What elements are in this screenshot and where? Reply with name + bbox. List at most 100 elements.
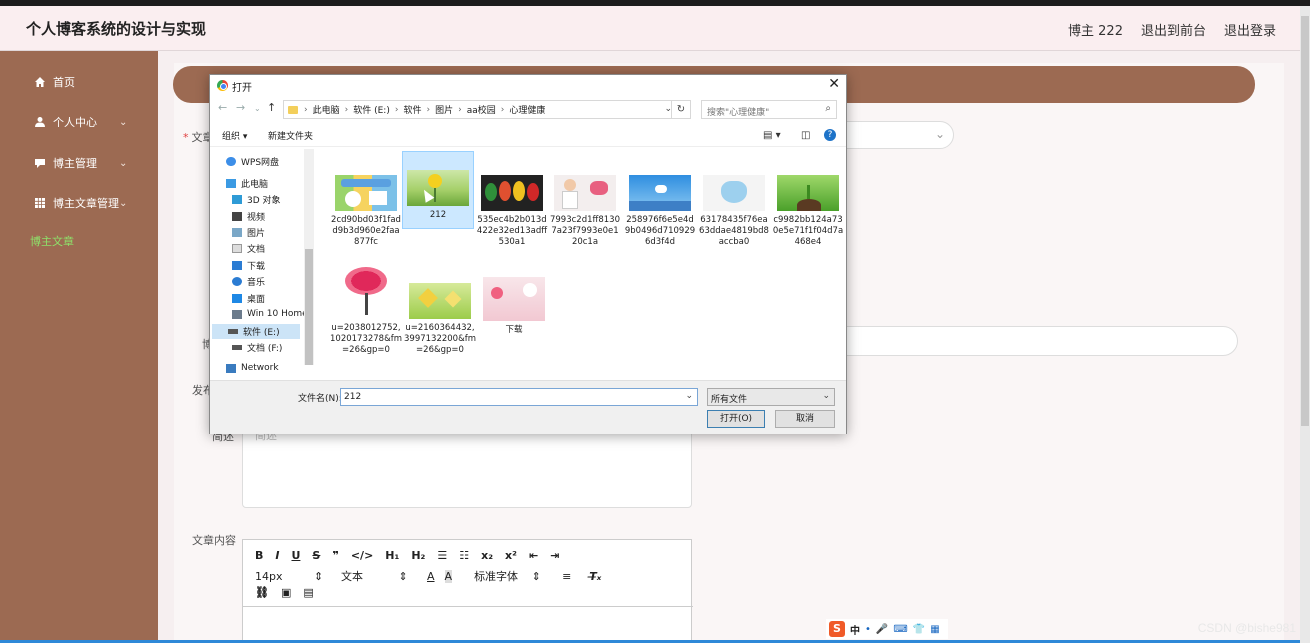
filetype-select[interactable]: 所有文件 ⌄ — [707, 388, 835, 406]
bullet-list-button[interactable]: ☷ — [459, 549, 469, 562]
tree-item-3d[interactable]: 3D 对象 — [232, 193, 281, 206]
h2-button[interactable]: H₂ — [411, 549, 425, 562]
organize-button[interactable]: 组织 ▾ — [222, 129, 247, 142]
bold-button[interactable]: B — [255, 549, 263, 562]
file-item[interactable]: 7993c2d1ff81307a23f7993e0e120c1a — [549, 171, 621, 248]
thumbnail-image — [703, 175, 765, 211]
scroll-thumb[interactable] — [1301, 16, 1309, 426]
tree-item-network[interactable]: Network — [226, 363, 279, 373]
sidebar-item-home[interactable]: 首页 — [0, 62, 158, 102]
tree-item-downloads[interactable]: 下载 — [232, 259, 265, 272]
file-item[interactable]: 63178435f76ea63ddae4819bd8accba0 — [698, 171, 770, 248]
up-arrow-icon[interactable]: ↑ — [267, 101, 276, 114]
tree-item-video[interactable]: 视频 — [232, 210, 265, 223]
download-icon — [232, 261, 242, 270]
dialog-nav-row: ← → ⌄ ↑ › 此电脑 › 软件 (E:) › 软件 › 图片 › aa校园 › 心理… — [210, 99, 846, 121]
font-size-select[interactable]: 14px ⇕ — [255, 570, 327, 583]
chevron-down-icon[interactable]: ⌄ — [685, 391, 693, 401]
code-button[interactable]: </> — [351, 549, 373, 562]
file-item[interactable]: c9982bb124a730e5e71f1f04d7a468e4 — [772, 171, 844, 248]
punctuation-icon[interactable]: • — [865, 624, 871, 635]
breadcrumb-item[interactable]: 图片 — [435, 103, 453, 116]
thumbnail-image — [407, 170, 469, 206]
view-mode-icon[interactable]: ▤ ▾ — [763, 130, 781, 141]
microphone-icon[interactable]: 🎤 — [876, 624, 888, 635]
image-icon[interactable]: ▣ — [281, 586, 291, 599]
document-icon — [232, 244, 242, 253]
indent-button[interactable]: ⇥ — [550, 549, 559, 562]
sidebar-item-label: 博主管理 — [53, 157, 97, 170]
chevron-down-icon: ⌄ — [119, 116, 128, 128]
outdent-button[interactable]: ⇤ — [529, 549, 538, 562]
recent-dropdown-icon[interactable]: ⌄ — [254, 104, 261, 113]
tree-item-documents[interactable]: 文档 — [232, 242, 265, 255]
new-folder-button[interactable]: 新建文件夹 — [268, 129, 313, 142]
tree-scrollbar[interactable] — [304, 149, 314, 365]
superscript-button[interactable]: x² — [505, 549, 517, 562]
file-item[interactable]: u=2160364432,3997132200&fm=26&gp=0 — [404, 279, 476, 356]
underline-button[interactable]: U — [291, 549, 300, 562]
breadcrumb-item[interactable]: 软件 (E:) — [353, 103, 390, 116]
file-name: 63178435f76ea63ddae4819bd8accba0 — [699, 215, 769, 247]
file-item[interactable]: 下载 — [478, 273, 550, 336]
clear-format-button[interactable]: T̶ₓ — [589, 570, 601, 583]
blockquote-button[interactable]: ❞ — [332, 549, 338, 562]
breadcrumb-item[interactable]: 心理健康 — [509, 103, 545, 116]
open-button[interactable]: 打开(O) — [707, 410, 765, 428]
file-item[interactable]: 258976f6e5e4d9b0496d7109296d3f4d — [624, 171, 696, 248]
tree-item-pictures[interactable]: 图片 — [232, 226, 265, 239]
sidebar-item-articles[interactable]: 博主文章 — [0, 221, 158, 261]
file-item-selected[interactable]: 212 — [402, 151, 474, 229]
file-list: 2cd90bd03f1fadd9b3d960e2faa877fc 212 535… — [316, 149, 846, 379]
dialog-search-input[interactable]: 搜索"心理健康" ⌕ — [701, 100, 837, 119]
cube-icon — [232, 195, 242, 204]
file-item[interactable]: 2cd90bd03f1fadd9b3d960e2faa877fc — [330, 171, 402, 248]
bg-color-button[interactable]: A — [444, 569, 453, 583]
ime-mode[interactable]: 中 — [850, 622, 860, 637]
cancel-button[interactable]: 取消 — [775, 410, 835, 428]
breadcrumb-item[interactable]: 此电脑 — [313, 103, 340, 116]
font-color-button[interactable]: A — [427, 570, 435, 583]
sidebar-item-personal-center[interactable]: 个人中心 ⌄ — [0, 102, 158, 142]
tree-item-win10[interactable]: Win 10 Home — [232, 309, 308, 319]
scroll-thumb[interactable] — [305, 249, 313, 365]
sidebar-item-blogger-manage[interactable]: 博主管理 ⌄ — [0, 143, 158, 183]
preview-pane-icon[interactable]: ◫ — [801, 130, 810, 141]
text-type-select[interactable]: 文本 ⇕ — [341, 568, 427, 584]
user-name-link[interactable]: 博主 222 — [1068, 20, 1123, 39]
logout-link[interactable]: 退出登录 — [1224, 20, 1276, 39]
close-icon[interactable]: ✕ — [828, 76, 840, 92]
font-family-select[interactable]: 标准字体 ⇕ — [474, 568, 554, 584]
tree-item-desktop[interactable]: 桌面 — [232, 292, 265, 305]
sidebar-item-article-manage[interactable]: 博主文章管理 ⌄ — [0, 183, 158, 223]
help-icon[interactable]: ? — [824, 129, 836, 141]
file-item[interactable]: 535ec4b2b013d422e32ed13adff530a1 — [476, 171, 548, 248]
address-bar[interactable]: › 此电脑 › 软件 (E:) › 软件 › 图片 › aa校园 › 心理健康 ⌄ — [283, 100, 679, 119]
h1-button[interactable]: H₁ — [385, 549, 399, 562]
forward-arrow-icon[interactable]: → — [236, 101, 245, 114]
italic-button[interactable]: I — [275, 549, 279, 562]
tree-item-music[interactable]: 音乐 — [232, 275, 265, 288]
align-button[interactable]: ≡ — [562, 570, 571, 583]
subscript-button[interactable]: x₂ — [481, 549, 493, 562]
refresh-icon[interactable]: ↻ — [671, 100, 691, 119]
keyboard-icon[interactable]: ⌨ — [893, 624, 907, 635]
skin-icon[interactable]: 👕 — [913, 624, 925, 635]
breadcrumb-item[interactable]: aa校园 — [467, 103, 496, 116]
ordered-list-button[interactable]: ☰ — [437, 549, 447, 562]
file-item[interactable]: u=2038012752,1020173278&fm=26&gp=0 — [330, 259, 402, 356]
back-to-front-link[interactable]: 退出到前台 — [1141, 20, 1206, 39]
file-name: 2cd90bd03f1fadd9b3d960e2faa877fc — [331, 215, 401, 247]
back-arrow-icon[interactable]: ← — [218, 101, 227, 114]
filename-input[interactable]: 212 ⌄ — [340, 388, 698, 406]
apps-grid-icon[interactable]: ▦ — [930, 624, 939, 635]
video-icon[interactable]: ▤ — [303, 586, 313, 599]
tree-item-drive-f[interactable]: 文档 (F:) — [232, 341, 282, 354]
strike-button[interactable]: S — [312, 549, 320, 562]
link-icon[interactable]: ⛓ — [255, 586, 269, 599]
tree-item-drive-e[interactable]: 软件 (E:) — [212, 324, 300, 339]
breadcrumb-item[interactable]: 软件 — [403, 103, 421, 116]
tree-item-wps[interactable]: WPS网盘 — [226, 155, 279, 168]
tree-item-this-pc[interactable]: 此电脑 — [226, 177, 268, 190]
page-scrollbar[interactable] — [1300, 6, 1310, 643]
